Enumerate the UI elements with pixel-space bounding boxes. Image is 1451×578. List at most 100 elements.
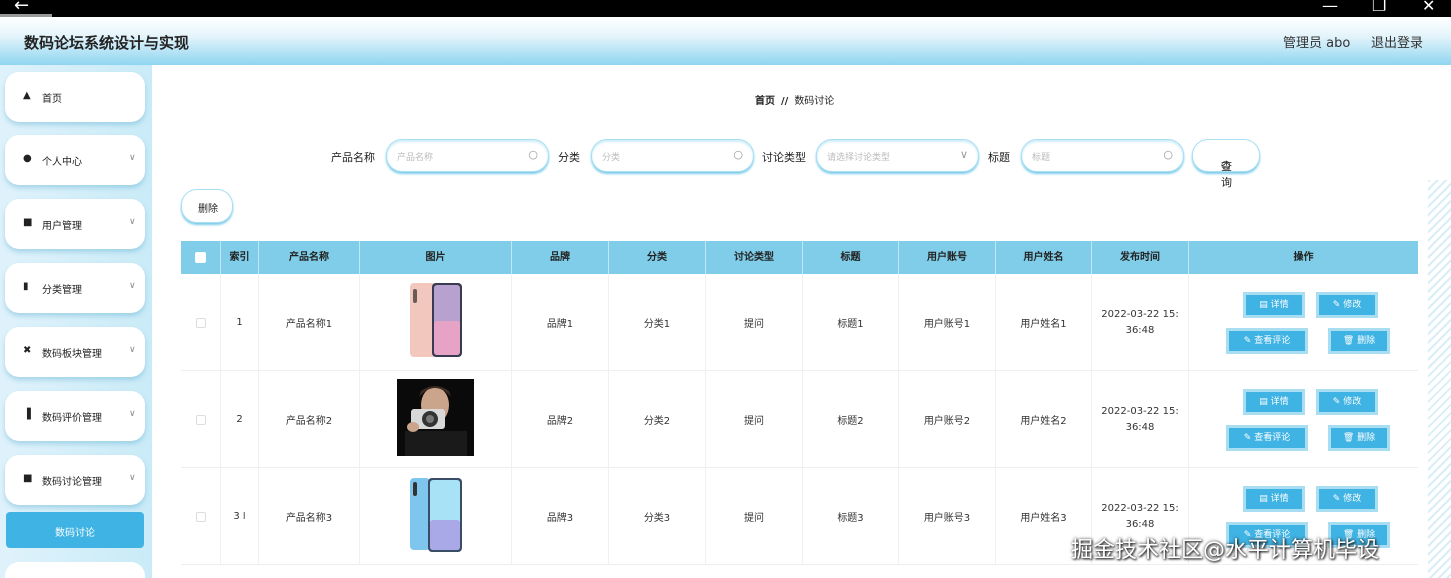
row-image-cell xyxy=(360,371,512,468)
batch-delete-label: 删除 xyxy=(198,204,218,215)
grid-icon: ■ xyxy=(23,473,33,484)
row-actions: ▤ 详情 ✎ 修改 ✎ 查看评论 🗑 删除 xyxy=(1189,274,1418,371)
discussion-table: 索引 产品名称 图片 品牌 分类 讨论类型 标题 用户账号 用户姓名 发布时间 … xyxy=(181,241,1418,578)
sidebar-item-digital-review-management[interactable]: ▐ 数码评价管理 ∨ xyxy=(5,391,145,441)
row-user-account: 用户账号1 xyxy=(899,274,996,371)
sidebar-item-user-management[interactable]: ■ 用户管理 ∨ xyxy=(5,199,145,249)
detail-button[interactable]: ▤ 详情 xyxy=(1243,292,1305,318)
detail-label: 详情 xyxy=(1270,397,1289,407)
sidebar-item-digital-discussion-management[interactable]: ■ 数码讨论管理 ∨ xyxy=(5,455,145,505)
discussion-type-select[interactable]: 请选择讨论类型 ∨ xyxy=(816,139,979,172)
delete-button[interactable]: 🗑 删除 xyxy=(1328,425,1390,451)
sidebar-item-home[interactable]: ▲ 首页 xyxy=(5,72,145,122)
row-user-name: 用户姓名1 xyxy=(996,274,1092,371)
edit-label: 修改 xyxy=(1343,300,1362,310)
category-input[interactable]: 分类 ○ xyxy=(591,139,754,172)
row-publish-time: 2022-03-22 15: 36:48 xyxy=(1092,274,1189,371)
row-discussion-type: 提问 xyxy=(706,468,803,565)
row-user-account: 用户账号2 xyxy=(899,371,996,468)
row-checkbox[interactable] xyxy=(195,414,206,425)
cross-icon: ✖ xyxy=(23,345,32,356)
sidebar-item-digital-board-management[interactable]: ✖ 数码板块管理 ∨ xyxy=(5,327,145,377)
delete-label: 删除 xyxy=(1357,433,1376,443)
detail-button[interactable]: ▤ 详情 xyxy=(1243,389,1305,415)
row-checkbox[interactable] xyxy=(195,511,206,522)
view-comments-button[interactable]: ✎ 查看评论 xyxy=(1226,328,1308,354)
row-select-cell xyxy=(181,274,221,371)
phone-blue-icon[interactable] xyxy=(404,476,468,554)
title-input[interactable]: 标题 ○ xyxy=(1021,139,1184,172)
detail-label: 详情 xyxy=(1270,300,1289,310)
row-title: 标题2 xyxy=(803,371,899,468)
search-icon: ○ xyxy=(528,148,538,161)
breadcrumb-current: 数码讨论 xyxy=(794,96,835,107)
row-title: 标题1 xyxy=(803,274,899,371)
sidebar-item-label: 用户管理 xyxy=(42,221,82,232)
header-select-all xyxy=(181,241,221,274)
row-category: 分类3 xyxy=(609,468,706,565)
sidebar-item-partial[interactable] xyxy=(5,562,145,578)
query-button[interactable]: 查询 ○ xyxy=(1192,139,1260,189)
sidebar-item-category-management[interactable]: ▮ 分类管理 ∨ xyxy=(5,263,145,313)
table-row: 2 产品名称2 品牌2 分类2 提问 标题2 用户账号2 用户姓名2 2022-… xyxy=(181,371,1418,468)
row-title: 标题3 xyxy=(803,468,899,565)
row-image-cell xyxy=(360,468,512,565)
grid-icon: ■ xyxy=(23,217,33,228)
row-brand: 品牌1 xyxy=(512,274,609,371)
row-product-name: 产品名称2 xyxy=(259,371,360,468)
discussion-type-label: 讨论类型 xyxy=(762,151,806,164)
sidebar-subitem-digital-discussion[interactable]: 数码讨论 xyxy=(6,512,144,548)
edit-button[interactable]: ✎ 修改 xyxy=(1316,292,1378,318)
sidebar-subitem-label: 数码讨论 xyxy=(55,528,95,539)
edit-label: 修改 xyxy=(1343,397,1362,407)
breadcrumb-separator: // xyxy=(781,96,789,107)
header-product-name: 产品名称 xyxy=(259,241,360,274)
header-title: 标题 xyxy=(803,241,899,274)
logout-link[interactable]: 退出登录 xyxy=(1371,32,1423,51)
app-header: 数码论坛系统设计与实现 管理员 abo 退出登录 xyxy=(0,17,1451,65)
row-checkbox[interactable] xyxy=(195,317,206,328)
chevron-down-icon: ∨ xyxy=(129,281,136,291)
header-brand: 品牌 xyxy=(512,241,609,274)
product-name-label: 产品名称 xyxy=(331,151,375,164)
row-select-cell xyxy=(181,468,221,565)
view-comments-button[interactable]: ✎ 查看评论 xyxy=(1226,425,1308,451)
chevron-down-icon: ∨ xyxy=(959,148,968,161)
row-index: 1 xyxy=(221,274,259,371)
admin-label: 管理员 abo xyxy=(1283,36,1351,51)
sidebar-item-label: 数码板块管理 xyxy=(42,349,102,360)
delete-button[interactable]: 🗑 删除 xyxy=(1328,328,1390,354)
row-publish-clock: 36:48 xyxy=(1125,518,1155,530)
table-row: 1 产品名称1 品牌1 分类1 提问 标题1 用户账号1 用户姓名1 2022-… xyxy=(181,274,1418,371)
header-publish-time: 发布时间 xyxy=(1092,241,1189,274)
row-brand: 品牌3 xyxy=(512,468,609,565)
row-user-account: 用户账号3 xyxy=(899,468,996,565)
row-user-name: 用户姓名2 xyxy=(996,371,1092,468)
view-comments-label: 查看评论 xyxy=(1254,433,1291,443)
breadcrumb-home[interactable]: 首页 xyxy=(755,96,775,107)
restore-icon[interactable]: ❐ xyxy=(1372,0,1386,15)
edit-button[interactable]: ✎ 修改 xyxy=(1316,486,1378,512)
product-name-input[interactable]: 产品名称 ○ xyxy=(386,139,549,172)
batch-delete-button[interactable]: 删除 xyxy=(181,189,233,223)
sidebar-item-personal-center[interactable]: ● 个人中心 ∨ xyxy=(5,135,145,185)
sidebar-item-label: 首页 xyxy=(42,94,62,105)
chevron-down-icon: ∨ xyxy=(129,345,136,355)
close-icon[interactable]: ✕ xyxy=(1422,0,1435,15)
input-placeholder: 分类 xyxy=(602,153,621,163)
home-icon: ▲ xyxy=(23,90,31,101)
header-discussion-type: 讨论类型 xyxy=(706,241,803,274)
row-select-cell xyxy=(181,371,221,468)
sidebar-item-label: 数码评价管理 xyxy=(42,413,102,424)
phone-pink-icon[interactable] xyxy=(404,281,468,359)
row-actions: ▤ 详情 ✎ 修改 ✎ 查看评论 🗑 删除 xyxy=(1189,371,1418,468)
camera-photo-icon[interactable] xyxy=(397,379,474,456)
minimize-icon[interactable]: — xyxy=(1322,0,1338,15)
row-category: 分类1 xyxy=(609,274,706,371)
edit-button[interactable]: ✎ 修改 xyxy=(1316,389,1378,415)
select-all-checkbox[interactable] xyxy=(195,252,206,263)
sidebar-item-label: 数码讨论管理 xyxy=(42,477,102,488)
sidebar: ▲ 首页 ● 个人中心 ∨ ■ 用户管理 ∨ ▮ 分类管理 ∨ ✖ 数码板块管理… xyxy=(0,65,152,578)
detail-button[interactable]: ▤ 详情 xyxy=(1243,486,1305,512)
app-title: 数码论坛系统设计与实现 xyxy=(24,34,190,52)
